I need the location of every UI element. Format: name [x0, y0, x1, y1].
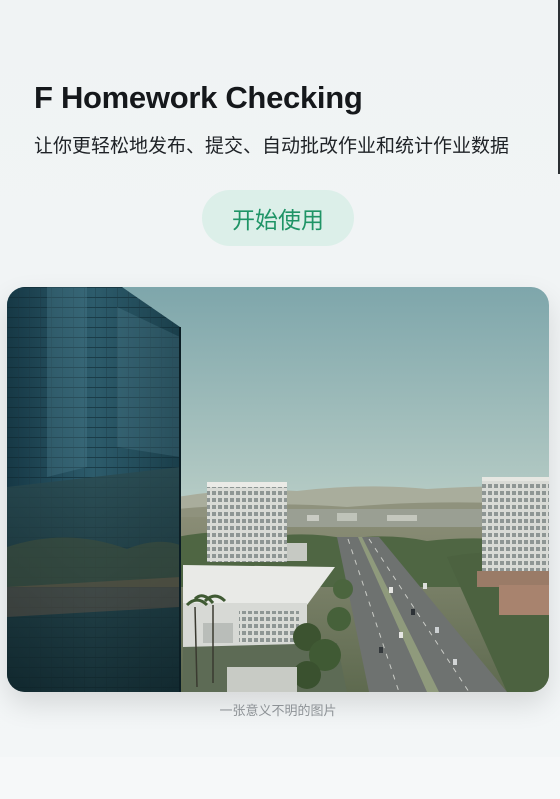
get-started-button[interactable]: 开始使用 [202, 190, 354, 246]
image-caption: 一张意义不明的图片 [219, 704, 337, 719]
hero-section: F Homework Checking 让你更轻松地发布、提交、自动批改作业和统… [34, 78, 544, 160]
hero-image [7, 287, 549, 692]
page-subtitle: 让你更轻松地发布、提交、自动批改作业和统计作业数据 [34, 135, 510, 157]
city-photo [7, 287, 549, 692]
page-title: F Homework Checking [34, 80, 363, 115]
footer-band [0, 757, 560, 799]
